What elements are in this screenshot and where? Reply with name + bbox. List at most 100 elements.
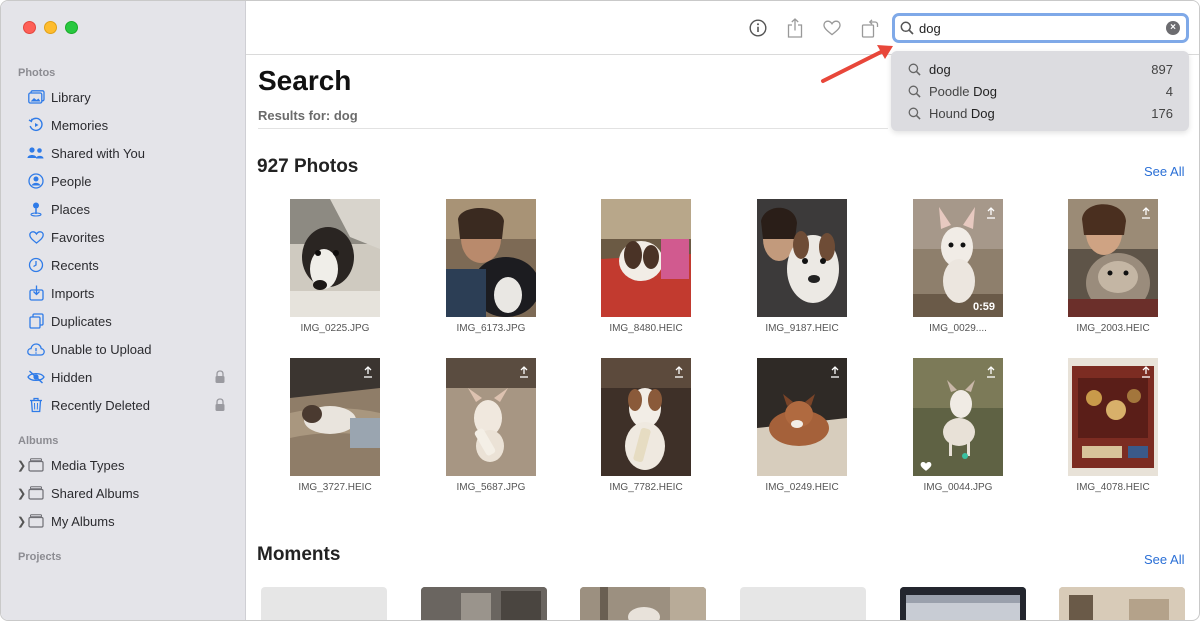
search-input[interactable] <box>919 19 1159 37</box>
moments-section-title: Moments <box>257 544 340 566</box>
sidebar-item-places[interactable]: Places <box>27 197 232 221</box>
sidebar: Photos Library Memories Shared with You … <box>1 1 246 621</box>
sidebar-item-hidden[interactable]: Hidden <box>27 365 232 389</box>
zoom-window-button[interactable] <box>65 21 78 34</box>
suggestion-count: 897 <box>1151 62 1173 77</box>
photo-thumbnail[interactable] <box>1068 199 1158 317</box>
sidebar-section-projects: Projects <box>18 551 61 563</box>
heart-icon[interactable] <box>822 18 842 38</box>
chevron-right-icon[interactable]: ❯ <box>17 459 26 472</box>
search-icon <box>908 63 921 76</box>
rotate-icon[interactable] <box>860 18 880 38</box>
photo-thumbnail[interactable] <box>913 358 1003 476</box>
suggestion-term: Dog <box>971 106 995 121</box>
photo-thumbnail[interactable] <box>446 358 536 476</box>
photo-thumbnail[interactable] <box>601 199 691 317</box>
info-icon[interactable] <box>748 18 768 38</box>
moments-see-all-link[interactable]: See All <box>1144 552 1184 567</box>
sidebar-item-label: Memories <box>51 118 108 133</box>
annotation-arrow-icon <box>819 41 899 87</box>
clear-search-button[interactable]: × <box>1166 21 1180 35</box>
sidebar-item-label: Hidden <box>51 370 92 385</box>
photo-thumbnail[interactable] <box>757 358 847 476</box>
folder-icon <box>27 512 45 530</box>
places-icon <box>27 200 45 218</box>
sidebar-item-duplicates[interactable]: Duplicates <box>27 309 232 333</box>
chevron-right-icon[interactable]: ❯ <box>17 487 26 500</box>
search-icon <box>908 85 921 98</box>
photos-section-title: 927 Photos <box>257 156 358 178</box>
moment-thumbnail[interactable] <box>261 587 387 621</box>
sidebar-item-media-types[interactable]: Media Types <box>27 453 232 477</box>
minimize-window-button[interactable] <box>44 21 57 34</box>
photo-filename: IMG_6173.JPG <box>421 323 561 334</box>
sidebar-item-unable-to-upload[interactable]: Unable to Upload <box>27 337 232 361</box>
photo-filename: IMG_0044.JPG <box>888 482 1028 493</box>
sidebar-item-memories[interactable]: Memories <box>27 113 232 137</box>
results-for-label: Results for: dog <box>258 108 358 123</box>
photo-thumbnail[interactable] <box>1068 358 1158 476</box>
sidebar-item-label: Duplicates <box>51 314 112 329</box>
sidebar-item-label: Favorites <box>51 230 104 245</box>
suggestion-term: Dog <box>973 84 997 99</box>
photo-thumbnail[interactable] <box>290 199 380 317</box>
sidebar-item-library[interactable]: Library <box>27 85 232 109</box>
duplicates-icon <box>27 312 45 330</box>
moment-thumbnail[interactable] <box>421 587 547 621</box>
photos-see-all-link[interactable]: See All <box>1144 164 1184 179</box>
sidebar-item-label: Imports <box>51 286 94 301</box>
sidebar-item-favorites[interactable]: Favorites <box>27 225 232 249</box>
photo-filename: IMG_9187.HEIC <box>732 323 872 334</box>
suggestion-item[interactable]: Poodle Dog 4 <box>891 81 1189 103</box>
suggestion-prefix: Hound <box>929 106 971 121</box>
photo-filename: IMG_0225.JPG <box>265 323 405 334</box>
moment-thumbnail[interactable] <box>1059 587 1185 621</box>
sidebar-item-my-albums[interactable]: My Albums <box>27 509 232 533</box>
moment-thumbnail[interactable] <box>580 587 706 621</box>
suggestion-item[interactable]: dog 897 <box>891 59 1189 81</box>
photo-filename: IMG_8480.HEIC <box>576 323 716 334</box>
photo-thumbnail[interactable] <box>290 358 380 476</box>
trash-icon <box>27 396 45 414</box>
sidebar-item-label: People <box>51 174 91 189</box>
chevron-right-icon[interactable]: ❯ <box>17 515 26 528</box>
suggestion-count: 4 <box>1166 84 1173 99</box>
close-window-button[interactable] <box>23 21 36 34</box>
shared-with-you-icon <box>27 144 45 162</box>
upload-icon <box>986 206 996 218</box>
suggestion-item[interactable]: Hound Dog 176 <box>891 103 1189 125</box>
sidebar-item-label: Places <box>51 202 90 217</box>
search-icon <box>908 107 921 120</box>
sidebar-section-albums: Albums <box>18 435 58 447</box>
upload-icon <box>1141 206 1151 218</box>
upload-icon <box>830 365 840 377</box>
search-icon <box>900 21 914 35</box>
sidebar-item-recents[interactable]: Recents <box>27 253 232 277</box>
sidebar-item-shared-with-you[interactable]: Shared with You <box>27 141 232 165</box>
photo-thumbnail[interactable] <box>757 199 847 317</box>
sidebar-item-imports[interactable]: Imports <box>27 281 232 305</box>
share-icon[interactable] <box>785 18 805 38</box>
photo-thumbnail[interactable] <box>446 199 536 317</box>
lock-icon <box>214 398 226 412</box>
sidebar-item-label: My Albums <box>51 514 115 529</box>
heart-icon <box>27 228 45 246</box>
photo-thumbnail[interactable] <box>601 358 691 476</box>
clock-icon <box>27 256 45 274</box>
upload-icon <box>986 365 996 377</box>
memories-icon <box>27 116 45 134</box>
sidebar-item-shared-albums[interactable]: Shared Albums <box>27 481 232 505</box>
photo-thumbnail[interactable]: 0:59 <box>913 199 1003 317</box>
toolbar: × <box>246 1 1200 55</box>
moment-thumbnail[interactable] <box>900 587 1026 621</box>
sidebar-item-recently-deleted[interactable]: Recently Deleted <box>27 393 232 417</box>
eye-slash-icon <box>27 368 45 386</box>
moment-thumbnail[interactable] <box>740 587 866 621</box>
sidebar-item-people[interactable]: People <box>27 169 232 193</box>
search-field[interactable]: × <box>892 13 1189 43</box>
sidebar-section-photos: Photos <box>18 67 55 79</box>
search-suggestions: dog 897 Poodle Dog 4 Hound Dog 176 <box>891 51 1189 131</box>
suggestion-term: dog <box>929 62 951 77</box>
sidebar-item-label: Recently Deleted <box>51 398 150 413</box>
upload-icon <box>363 365 373 377</box>
